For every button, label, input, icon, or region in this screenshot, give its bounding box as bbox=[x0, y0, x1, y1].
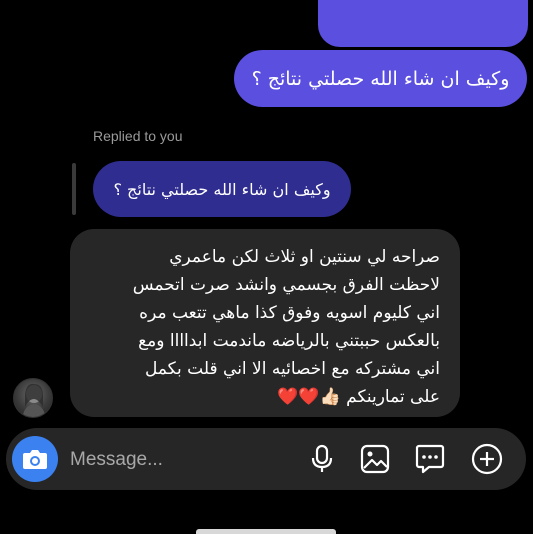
camera-icon bbox=[23, 450, 47, 469]
microphone-icon bbox=[311, 444, 333, 472]
received-message-bubble[interactable]: صراحه لي سنتين او ثلاث لكن ماعمري لاحظت … bbox=[70, 229, 460, 417]
received-message-line: لاحظت الفرق بجسمي وانشد صرت اتحمس bbox=[132, 275, 440, 295]
avatar-image bbox=[22, 383, 46, 417]
message-composer bbox=[6, 428, 526, 490]
received-message-line: على تمارينكم 👍🏻❤️❤️ bbox=[277, 387, 440, 407]
camera-button[interactable] bbox=[12, 436, 58, 482]
sticker-button[interactable] bbox=[413, 442, 447, 476]
gallery-icon bbox=[360, 444, 390, 474]
microphone-button[interactable] bbox=[305, 442, 339, 476]
gallery-button[interactable] bbox=[358, 442, 392, 476]
plus-icon bbox=[471, 443, 503, 475]
sent-message-bubble[interactable]: وكيف ان شاء الله حصلتي نتائج ؟ bbox=[234, 50, 527, 107]
reply-indicator-bar bbox=[72, 163, 76, 215]
more-options-button[interactable] bbox=[470, 442, 504, 476]
sticker-icon bbox=[415, 444, 445, 474]
quoted-message-text: وكيف ان شاء الله حصلتي نتائج ؟ bbox=[113, 179, 331, 199]
received-message-line: اني مشتركه مع اخصائيه الا اني قلت بكمل bbox=[144, 359, 440, 379]
home-indicator bbox=[196, 529, 336, 534]
received-message-line: اني كليوم اسويه وفوق كذا ماهي تتعب مره bbox=[139, 303, 440, 323]
previous-sent-message bbox=[318, 0, 528, 47]
sent-message-text: وكيف ان شاء الله حصلتي نتائج ؟ bbox=[251, 67, 510, 90]
message-input[interactable] bbox=[68, 440, 292, 480]
received-message-line: صراحه لي سنتين او ثلاث لكن ماعمري bbox=[169, 247, 440, 267]
replied-to-you-label: Replied to you bbox=[93, 128, 183, 144]
quoted-message-bubble[interactable]: وكيف ان شاء الله حصلتي نتائج ؟ bbox=[93, 161, 351, 217]
received-message-line: بالعكس حببتني بالرياضه ماندمت ابداااا وم… bbox=[138, 331, 440, 351]
sender-avatar[interactable] bbox=[13, 378, 53, 418]
